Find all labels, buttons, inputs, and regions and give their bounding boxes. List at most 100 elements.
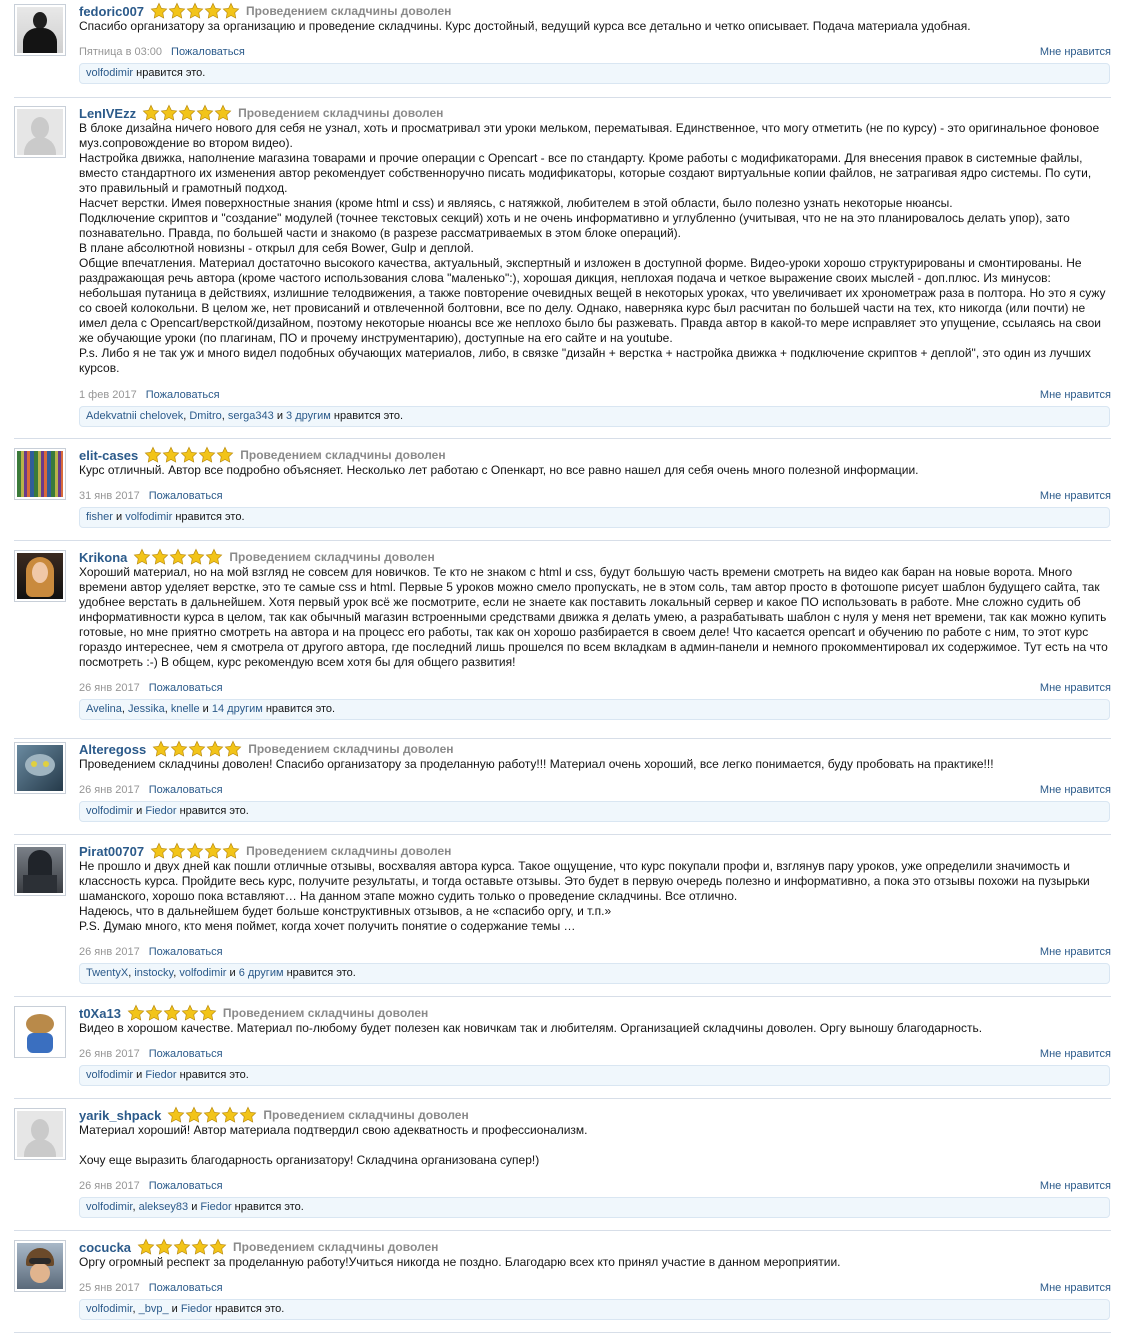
liker-link[interactable]: volfodimir	[86, 67, 133, 79]
like-button[interactable]: Мне нравится	[1040, 946, 1111, 958]
star-icon	[186, 2, 204, 19]
star-icon	[178, 104, 196, 121]
review-text: Не прошло и двух дней как пошли отличные…	[79, 859, 1090, 933]
separator	[14, 1230, 1111, 1231]
author-link[interactable]: yarik_shpack	[79, 1108, 161, 1123]
liker-link[interactable]: volfodimir	[86, 1201, 132, 1213]
like-button[interactable]: Мне нравится	[1040, 682, 1111, 694]
star-icon	[162, 446, 180, 463]
like-button[interactable]: Мне нравится	[1040, 490, 1111, 502]
default-avatar-icon	[17, 109, 63, 155]
star-icon	[163, 1004, 181, 1021]
and-connector: и	[202, 703, 209, 715]
liker-link[interactable]: _bvp_	[139, 1303, 169, 1315]
star-icon	[188, 548, 205, 565]
like-button[interactable]: Мне нравится	[1040, 1282, 1111, 1294]
liker-link[interactable]: Fiedor	[145, 1069, 176, 1081]
liker-link[interactable]: volfodimir	[86, 805, 133, 817]
cat-avatar	[17, 745, 63, 791]
avatar[interactable]	[14, 550, 66, 602]
review-text: Оргу огромный респект за проделанную раб…	[79, 1255, 841, 1269]
liker-link[interactable]: Fiedor	[200, 1201, 231, 1213]
review-date[interactable]: 26 янв 2017	[79, 946, 140, 958]
liker-link[interactable]: volfodimir	[86, 1303, 132, 1315]
likes-suffix: нравится это.	[333, 410, 404, 422]
report-link[interactable]: Пожаловаться	[149, 1282, 223, 1294]
likes-suffix: нравится это.	[286, 967, 356, 979]
author-link[interactable]: cocucka	[79, 1240, 131, 1255]
liker-link[interactable]: instocky	[134, 967, 173, 979]
verdict-label: Проведением складчины доволен	[222, 1006, 429, 1020]
author-link[interactable]: Krikona	[79, 550, 127, 565]
liker-link[interactable]: fisher	[86, 511, 113, 523]
star-icon	[196, 104, 214, 121]
liker-link[interactable]: Jessika	[128, 703, 165, 715]
liker-link[interactable]: aleksey83	[139, 1201, 189, 1213]
separator	[14, 1098, 1111, 1099]
star-icon	[137, 1238, 155, 1255]
star-icon	[170, 740, 188, 757]
liker-link[interactable]: Fiedor	[181, 1303, 212, 1315]
review-date[interactable]: 1 фев 2017	[79, 389, 137, 401]
avatar[interactable]	[14, 844, 66, 896]
liker-link[interactable]: Fiedor	[145, 805, 176, 817]
avatar[interactable]	[14, 106, 66, 158]
liker-link[interactable]: Avelina	[86, 703, 122, 715]
report-link[interactable]: Пожаловаться	[149, 490, 223, 502]
author-link[interactable]: fedoric007	[79, 4, 144, 19]
liker-link[interactable]: Adekvatnii chelovek	[86, 410, 183, 422]
books-avatar	[17, 451, 63, 497]
liker-link[interactable]: volfodimir	[86, 1069, 133, 1081]
review-date[interactable]: Пятница в 03:00	[79, 46, 162, 58]
avatar[interactable]	[14, 1240, 66, 1292]
star-icon	[199, 1004, 217, 1021]
liker-link[interactable]: serga343	[228, 410, 274, 422]
review-item: Pirat00707 Проведением складчины доволен Н…	[0, 840, 1125, 997]
like-button[interactable]: Мне нравится	[1040, 1048, 1111, 1060]
star-icon	[127, 1004, 145, 1021]
avatar[interactable]	[14, 4, 66, 56]
others-link[interactable]: 3 другим	[286, 410, 331, 422]
author-link[interactable]: LenIVEzz	[79, 106, 136, 121]
and-connector: и	[136, 1069, 143, 1081]
report-link[interactable]: Пожаловаться	[149, 682, 223, 694]
star-icon	[222, 842, 240, 859]
like-button[interactable]: Мне нравится	[1040, 389, 1111, 401]
likes-summary: volfodimir и Fiedor нравится это.	[79, 1065, 1110, 1086]
like-button[interactable]: Мне нравится	[1040, 1180, 1111, 1192]
liker-link[interactable]: Dmitro	[189, 410, 221, 422]
report-link[interactable]: Пожаловаться	[149, 1048, 223, 1060]
report-link[interactable]: Пожаловаться	[149, 784, 223, 796]
likes-suffix: нравится это.	[234, 1201, 304, 1213]
review-date[interactable]: 26 янв 2017	[79, 1048, 140, 1060]
report-link[interactable]: Пожаловаться	[171, 46, 245, 58]
others-link[interactable]: 6 другим	[239, 967, 284, 979]
author-link[interactable]: Alteregoss	[79, 742, 146, 757]
liker-link[interactable]: volfodimir	[179, 967, 226, 979]
rating-stars	[137, 1238, 227, 1256]
report-link[interactable]: Пожаловаться	[149, 1180, 223, 1192]
liker-link[interactable]: knelle	[171, 703, 200, 715]
author-link[interactable]: elit-cases	[79, 448, 138, 463]
avatar[interactable]	[14, 742, 66, 794]
review-date[interactable]: 26 янв 2017	[79, 682, 140, 694]
liker-link[interactable]: TwentyX	[86, 967, 128, 979]
avatar[interactable]	[14, 448, 66, 500]
star-icon	[186, 842, 204, 859]
review-text: Проведением складчины доволен! Спасибо о…	[79, 757, 994, 771]
author-link[interactable]: Pirat00707	[79, 844, 144, 859]
review-date[interactable]: 25 янв 2017	[79, 1282, 140, 1294]
avatar[interactable]	[14, 1108, 66, 1160]
review-date[interactable]: 26 янв 2017	[79, 1180, 140, 1192]
star-icon	[155, 1238, 173, 1255]
report-link[interactable]: Пожаловаться	[146, 389, 220, 401]
like-button[interactable]: Мне нравится	[1040, 46, 1111, 58]
report-link[interactable]: Пожаловаться	[149, 946, 223, 958]
review-date[interactable]: 26 янв 2017	[79, 784, 140, 796]
review-date[interactable]: 31 янв 2017	[79, 490, 140, 502]
like-button[interactable]: Мне нравится	[1040, 784, 1111, 796]
avatar[interactable]	[14, 1006, 66, 1058]
others-link[interactable]: 14 другим	[212, 703, 263, 715]
author-link[interactable]: t0Xa13	[79, 1006, 121, 1021]
liker-link[interactable]: volfodimir	[125, 511, 172, 523]
